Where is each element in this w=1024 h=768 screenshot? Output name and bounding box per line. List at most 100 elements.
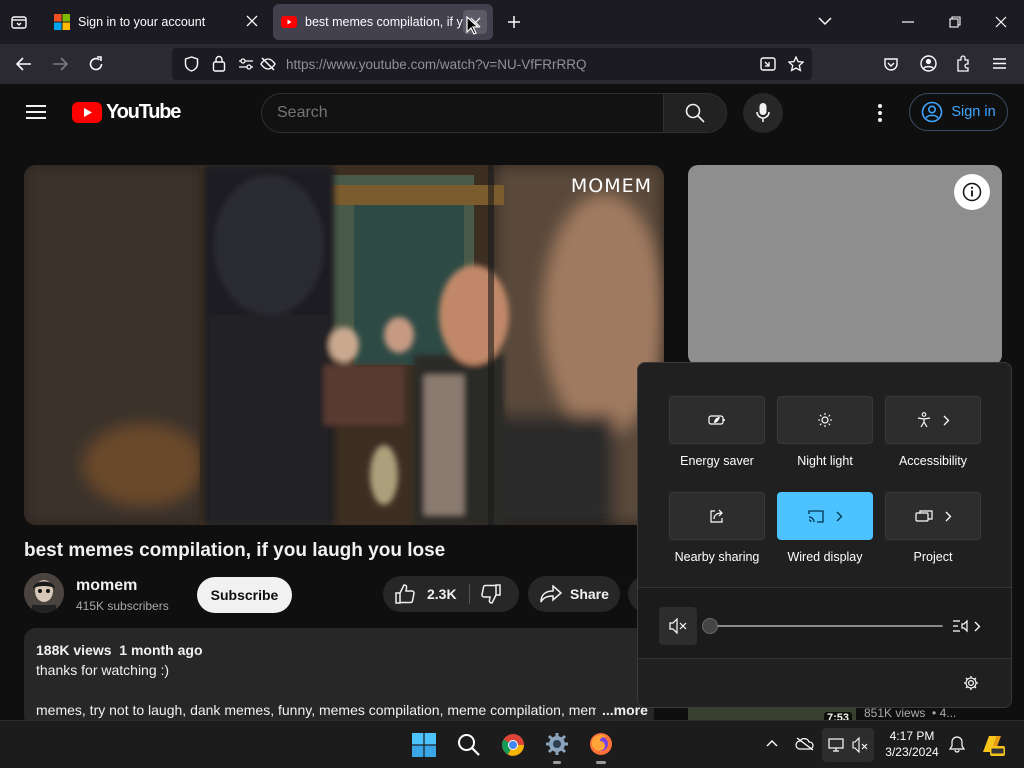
autoplay-blocked-icon[interactable] [260, 56, 276, 72]
thumbs-up-icon [395, 584, 415, 604]
divider [469, 584, 470, 604]
share-icon [710, 509, 723, 523]
guide-menu-icon[interactable] [26, 104, 46, 120]
tile-label: Project [913, 550, 953, 564]
info-icon[interactable] [954, 174, 990, 210]
microsoft-logo-icon [54, 14, 70, 30]
reload-icon[interactable] [88, 56, 104, 72]
search-box[interactable] [261, 93, 663, 133]
like-count: 2.3K [427, 586, 457, 602]
search-icon[interactable] [457, 733, 480, 756]
url-text: https://www.youtube.com/watch?v=NU-VfFRr… [286, 57, 587, 72]
more-options-icon[interactable] [878, 104, 882, 122]
nearby-sharing-toggle[interactable] [669, 492, 765, 540]
notification-bell-icon[interactable] [949, 736, 965, 753]
share-button[interactable]: Share [528, 576, 620, 612]
energy-saver-toggle[interactable] [669, 396, 765, 444]
share-icon [540, 585, 562, 603]
lock-icon[interactable] [212, 55, 226, 72]
display-network-icon [828, 737, 844, 753]
address-bar[interactable]: https://www.youtube.com/watch?v=NU-VfFRr… [172, 48, 812, 80]
show-hidden-icons-icon[interactable] [766, 739, 778, 747]
tile-label: Wired display [787, 550, 863, 564]
copilot-preview-icon[interactable] [979, 732, 1005, 758]
tile-label: Night light [797, 454, 853, 468]
audio-output-button[interactable] [952, 618, 981, 634]
youtube-logo-text: YouTube [106, 101, 181, 123]
dislike-button[interactable] [481, 584, 501, 604]
accessibility-toggle[interactable] [885, 396, 981, 444]
tab-youtube-video[interactable]: best memes compilation, if you laugh you… [273, 4, 493, 40]
settings-app-icon[interactable] [545, 732, 569, 756]
account-icon[interactable] [920, 55, 937, 72]
volume-slider-thumb[interactable] [702, 618, 718, 634]
like-dislike-group: 2.3K [383, 576, 519, 612]
video-watermark: MOMEM [570, 175, 652, 197]
minimize-icon[interactable] [902, 21, 914, 23]
restore-icon[interactable] [949, 16, 961, 28]
tracking-protection-shield-icon[interactable] [184, 56, 199, 72]
tab-sign-in[interactable]: Sign in to your account [44, 4, 269, 40]
list-all-tabs-icon[interactable] [818, 16, 832, 26]
running-indicator [553, 761, 561, 764]
night-light-toggle[interactable] [777, 396, 873, 444]
mute-button[interactable] [659, 607, 697, 645]
description-box[interactable]: 188K views 1 month ago thanks for watchi… [24, 628, 654, 728]
share-label: Share [570, 586, 609, 602]
settings-gear-icon[interactable] [963, 675, 979, 691]
like-button[interactable]: 2.3K [383, 576, 465, 612]
chevron-right-icon [836, 511, 842, 521]
thumbs-down-icon [481, 584, 501, 604]
subscribe-button[interactable]: Subscribe [197, 577, 292, 613]
close-tab-icon[interactable] [246, 15, 258, 27]
close-window-icon[interactable] [995, 16, 1007, 28]
back-icon[interactable] [16, 57, 32, 71]
sidebar-upload-age: • 4... [932, 706, 957, 720]
picture-in-picture-icon[interactable] [760, 56, 776, 72]
audio-output-icon [953, 619, 968, 633]
taskbar: 4:17 PM 3/23/2024 [0, 720, 1024, 768]
sidebar-ad [688, 165, 1002, 365]
youtube-logo-icon [72, 102, 102, 123]
quick-settings-panel: Energy saver Night light Accessibility N… [637, 362, 1012, 708]
view-stats: 188K views 1 month ago [36, 642, 203, 658]
start-button-icon[interactable] [412, 733, 436, 757]
browser-tab-bar: Sign in to your account best memes compi… [0, 0, 1024, 44]
firefox-icon[interactable] [589, 732, 613, 756]
menu-icon[interactable] [992, 57, 1007, 70]
tab-list-icon[interactable] [10, 13, 28, 31]
channel-avatar[interactable] [24, 573, 64, 613]
wired-display-toggle[interactable] [777, 492, 873, 540]
mouse-cursor-icon [466, 16, 480, 36]
chrome-icon[interactable] [501, 733, 525, 757]
user-circle-icon [922, 101, 943, 123]
extensions-icon[interactable] [956, 55, 972, 72]
voice-search-button[interactable] [743, 93, 783, 133]
search-icon [685, 103, 705, 123]
view-count: 188K views [36, 642, 112, 658]
search-button[interactable] [663, 93, 727, 133]
chevron-right-icon [945, 511, 951, 521]
volume-slider-track[interactable] [710, 625, 943, 627]
clock-time: 4:17 PM [889, 729, 935, 743]
youtube-logo[interactable]: YouTube [72, 101, 181, 124]
sign-in-button[interactable]: Sign in [909, 93, 1008, 131]
channel-name[interactable]: momem [76, 577, 137, 595]
speaker-muted-icon [669, 618, 687, 634]
pocket-icon[interactable] [883, 56, 899, 72]
video-player[interactable]: MOMEM [24, 165, 664, 525]
project-toggle[interactable] [885, 492, 981, 540]
permissions-icon[interactable] [238, 57, 254, 71]
bookmark-star-icon[interactable] [788, 56, 804, 72]
upload-age: 1 month ago [119, 642, 203, 658]
new-tab-icon[interactable] [507, 15, 521, 29]
tile-label: Energy saver [680, 454, 754, 468]
subscriber-count: 415K subscribers [76, 599, 169, 613]
search-input[interactable] [277, 102, 647, 124]
onedrive-off-icon[interactable] [795, 737, 815, 751]
forward-icon[interactable] [52, 57, 68, 71]
quick-settings-button[interactable] [822, 728, 874, 762]
volume-section [638, 587, 1011, 659]
clock[interactable]: 4:17 PM 3/23/2024 [880, 728, 944, 760]
tile-label: Nearby sharing [674, 550, 760, 564]
